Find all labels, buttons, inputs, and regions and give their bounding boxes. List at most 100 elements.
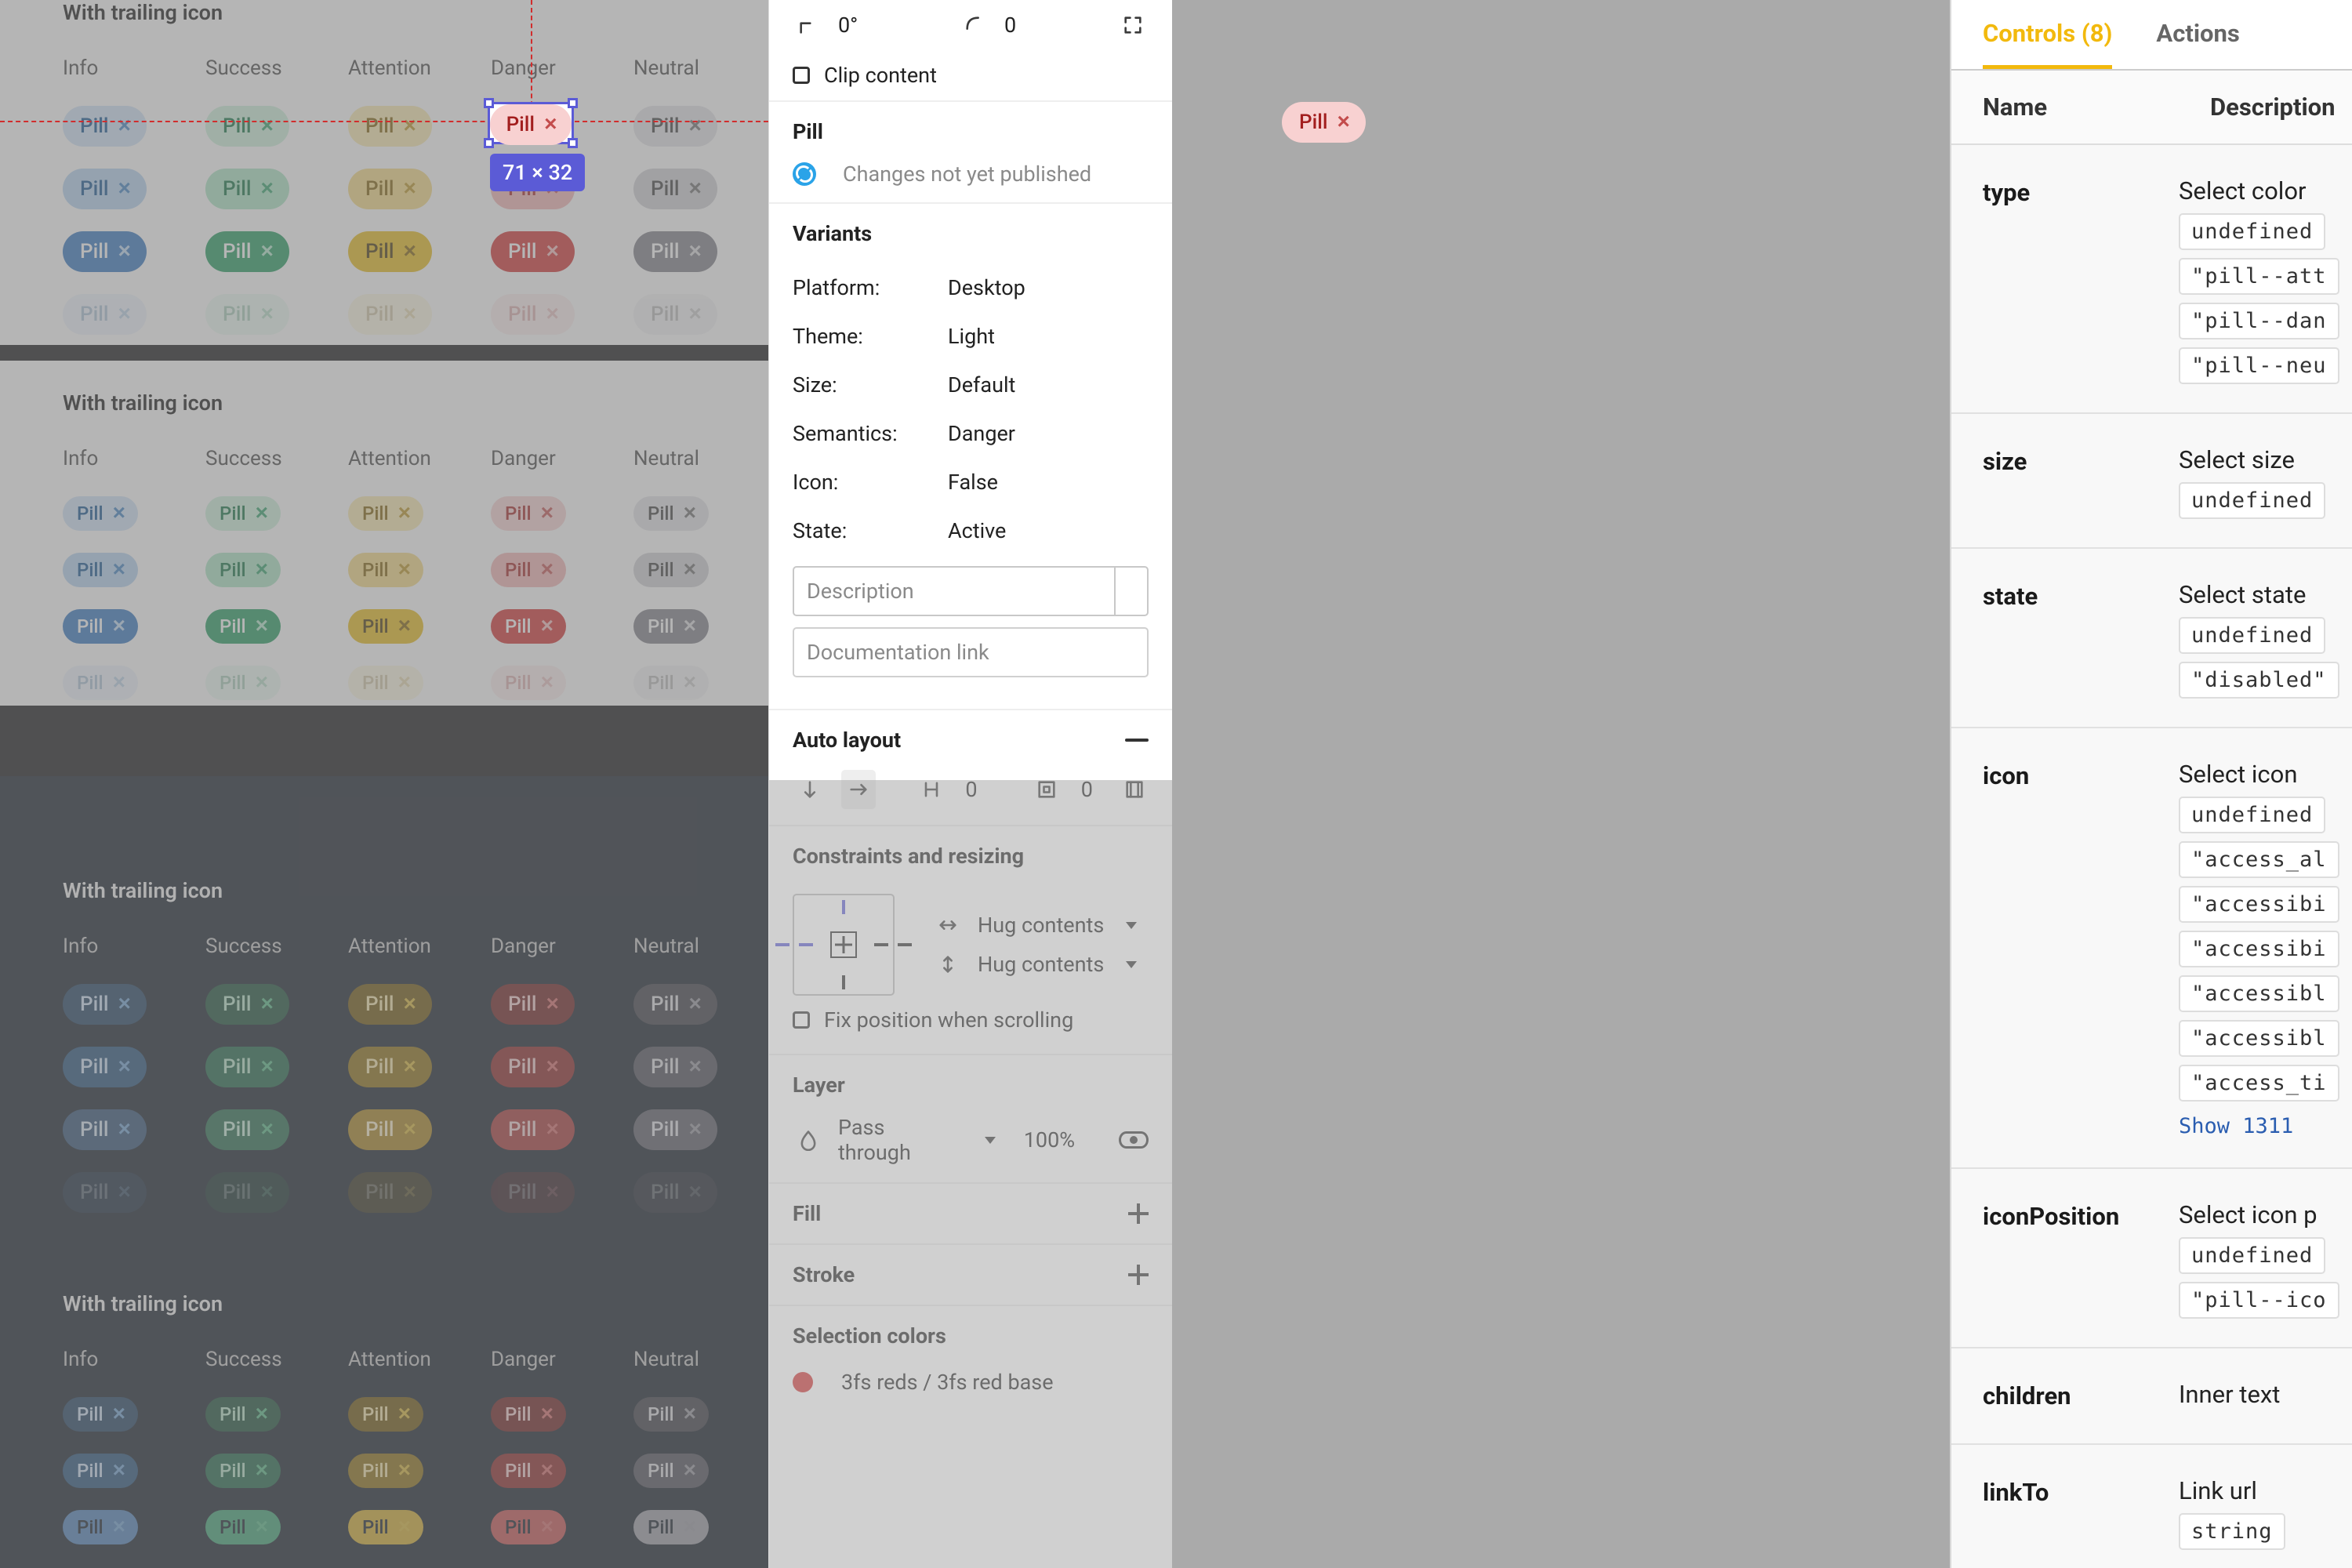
- close-icon[interactable]: ×: [684, 502, 696, 524]
- pill-info[interactable]: Pill×: [63, 1454, 138, 1488]
- direction-vertical-button[interactable]: [793, 770, 827, 809]
- pill-success[interactable]: Pill×: [205, 1510, 281, 1544]
- close-icon[interactable]: ×: [403, 993, 416, 1014]
- pill-attention[interactable]: Pill×: [348, 231, 432, 272]
- close-icon[interactable]: ×: [260, 993, 273, 1014]
- pill-attention[interactable]: Pill×: [348, 496, 423, 531]
- close-icon[interactable]: ×: [541, 558, 554, 580]
- remove-auto-layout-icon[interactable]: [1125, 739, 1149, 742]
- direction-horizontal-button[interactable]: [841, 770, 876, 809]
- color-swatch[interactable]: [793, 1372, 813, 1392]
- close-icon[interactable]: ×: [256, 558, 268, 580]
- close-icon[interactable]: ×: [398, 558, 411, 580]
- pill-success[interactable]: Pill×: [205, 496, 281, 531]
- pill-danger[interactable]: Pill×: [491, 1454, 566, 1488]
- close-icon[interactable]: ×: [684, 1459, 696, 1481]
- pill-neutral[interactable]: Pill×: [633, 1047, 717, 1087]
- close-icon[interactable]: ×: [118, 1118, 130, 1140]
- pill-info[interactable]: Pill×: [63, 169, 147, 209]
- close-icon[interactable]: ×: [256, 615, 268, 637]
- pill-success[interactable]: Pill×: [205, 1397, 281, 1432]
- close-icon[interactable]: ×: [256, 1459, 268, 1481]
- pill-success[interactable]: Pill×: [205, 1047, 289, 1087]
- close-icon[interactable]: ×: [541, 1515, 554, 1537]
- pill-danger[interactable]: Pill×: [491, 609, 566, 644]
- fix-position-checkbox[interactable]: [793, 1011, 810, 1029]
- pill-neutral[interactable]: Pill×: [633, 553, 709, 587]
- frame-dark-trailing-icon[interactable]: With trailing icon Info Success Attentio…: [0, 776, 768, 1568]
- close-icon[interactable]: ×: [688, 177, 701, 199]
- close-icon[interactable]: ×: [546, 993, 558, 1014]
- close-icon[interactable]: ×: [398, 502, 411, 524]
- frame-light-trailing-icon-small[interactable]: With trailing icon Info Success Attentio…: [0, 361, 768, 706]
- close-icon[interactable]: ×: [403, 114, 416, 136]
- pill-attention[interactable]: Pill×: [348, 1510, 423, 1544]
- close-icon[interactable]: ×: [688, 993, 701, 1014]
- close-icon[interactable]: ×: [541, 615, 554, 637]
- pill-danger[interactable]: Pill×: [491, 1047, 575, 1087]
- close-icon[interactable]: ×: [118, 993, 130, 1014]
- rotation-value[interactable]: 0°: [838, 13, 858, 38]
- close-icon[interactable]: ×: [688, 1055, 701, 1077]
- pill-danger[interactable]: Pill×: [491, 231, 575, 272]
- close-icon[interactable]: ×: [113, 615, 125, 637]
- resize-handle[interactable]: [568, 138, 578, 148]
- variant-value[interactable]: Danger: [948, 421, 1015, 446]
- v-resize-mode[interactable]: Hug contents: [978, 952, 1104, 977]
- pill-neutral[interactable]: Pill×: [633, 609, 709, 644]
- show-more-link[interactable]: Show 1311: [2179, 1114, 2293, 1138]
- close-icon[interactable]: ×: [403, 177, 416, 199]
- design-properties-panel[interactable]: 0° 0 Clip content Pill Changes not yet p…: [768, 0, 1172, 1568]
- close-icon[interactable]: ×: [113, 1515, 125, 1537]
- close-icon[interactable]: ×: [398, 1515, 411, 1537]
- add-fill-icon[interactable]: [1128, 1203, 1149, 1224]
- pill-info[interactable]: Pill×: [63, 231, 147, 272]
- blend-mode[interactable]: Pass through: [838, 1115, 963, 1165]
- close-icon[interactable]: ×: [256, 1403, 268, 1425]
- close-icon[interactable]: ×: [544, 113, 557, 135]
- add-stroke-icon[interactable]: [1128, 1265, 1149, 1285]
- close-icon[interactable]: ×: [113, 558, 125, 580]
- close-icon[interactable]: ×: [260, 1118, 273, 1140]
- description-input[interactable]: Description: [793, 566, 1149, 616]
- pill-success[interactable]: Pill×: [205, 553, 281, 587]
- close-icon[interactable]: ×: [260, 1055, 273, 1077]
- pill-info[interactable]: Pill×: [63, 1397, 138, 1432]
- close-icon[interactable]: ×: [398, 1459, 411, 1481]
- pill-neutral[interactable]: Pill×: [633, 106, 717, 147]
- close-icon[interactable]: ×: [118, 1055, 130, 1077]
- tab-actions[interactable]: Actions: [2156, 19, 2239, 69]
- close-icon[interactable]: ×: [1337, 111, 1349, 132]
- close-icon[interactable]: ×: [546, 1118, 558, 1140]
- pill-neutral[interactable]: Pill×: [633, 1109, 717, 1150]
- pill-danger[interactable]: Pill×: [491, 553, 566, 587]
- pill-danger[interactable]: Pill×: [491, 984, 575, 1025]
- alignment-grid-icon[interactable]: [1121, 774, 1149, 805]
- pill-danger[interactable]: Pill×: [491, 496, 566, 531]
- close-icon[interactable]: ×: [684, 615, 696, 637]
- figma-canvas[interactable]: With trailing icon Info Success Attentio…: [0, 0, 768, 1568]
- pill-success[interactable]: Pill×: [205, 1454, 281, 1488]
- pill-attention[interactable]: Pill×: [348, 169, 432, 209]
- pill-neutral[interactable]: Pill×: [633, 1510, 709, 1544]
- close-icon[interactable]: ×: [260, 240, 273, 262]
- variant-value[interactable]: False: [948, 470, 998, 495]
- close-icon[interactable]: ×: [546, 240, 558, 262]
- close-icon[interactable]: ×: [541, 1403, 554, 1425]
- pill-neutral[interactable]: Pill×: [633, 169, 717, 209]
- resize-handle[interactable]: [568, 98, 578, 108]
- variant-value[interactable]: Desktop: [948, 275, 1025, 300]
- close-icon[interactable]: ×: [118, 177, 130, 199]
- pill-success[interactable]: Pill×: [205, 984, 289, 1025]
- pill-danger[interactable]: Pill×: [491, 1397, 566, 1432]
- close-icon[interactable]: ×: [398, 1403, 411, 1425]
- pill-success[interactable]: Pill×: [205, 169, 289, 209]
- pill-success[interactable]: Pill×: [205, 106, 289, 147]
- pill-attention[interactable]: Pill×: [348, 609, 423, 644]
- close-icon[interactable]: ×: [256, 1515, 268, 1537]
- close-icon[interactable]: ×: [403, 240, 416, 262]
- selection-outline[interactable]: Pill×: [488, 102, 574, 144]
- clip-content-checkbox[interactable]: [793, 67, 810, 84]
- visibility-icon[interactable]: [1119, 1131, 1149, 1149]
- close-icon[interactable]: ×: [541, 502, 554, 524]
